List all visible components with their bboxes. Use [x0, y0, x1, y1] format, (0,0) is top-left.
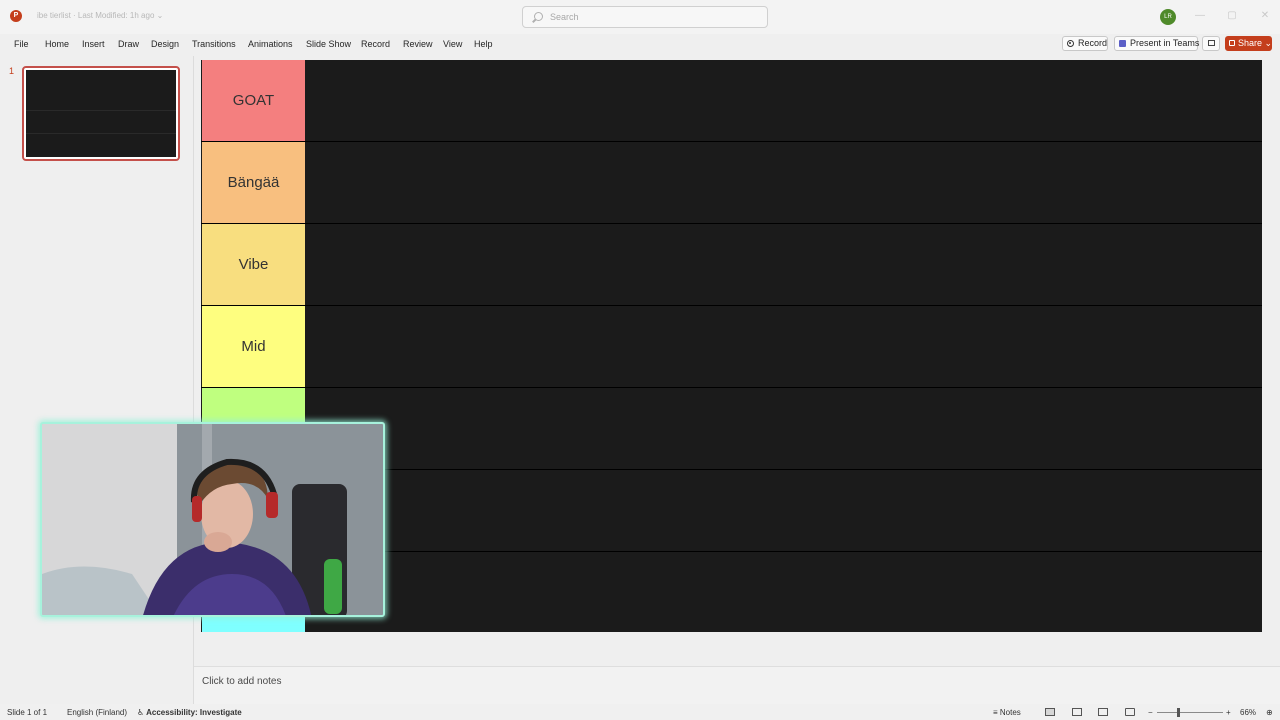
tier-row: Mid	[201, 306, 1262, 388]
present-in-teams-button[interactable]: Present in Teams	[1114, 36, 1200, 51]
minimize-button[interactable]: —	[1193, 9, 1207, 23]
title-bar: P ibe tierlist · Last Modified: 1h ago ⌄…	[0, 0, 1280, 34]
search-icon	[534, 12, 543, 21]
zoom-in-button[interactable]: +	[1226, 708, 1231, 717]
comment-icon	[1208, 40, 1215, 46]
teams-icon	[1119, 40, 1126, 47]
notes-toggle-label: Notes	[999, 708, 1021, 717]
tier-content-area[interactable]	[305, 388, 1261, 469]
normal-view-icon[interactable]	[1045, 708, 1055, 716]
tab-help[interactable]: Help	[474, 39, 493, 49]
share-button[interactable]: Share ⌄	[1225, 36, 1272, 51]
tier-label[interactable]: Bängää	[202, 142, 305, 223]
tab-insert[interactable]: Insert	[82, 39, 105, 49]
tab-record[interactable]: Record	[361, 39, 390, 49]
tab-review[interactable]: Review	[403, 39, 433, 49]
notes-toggle[interactable]: ≡ Notes	[993, 708, 1021, 717]
user-avatar[interactable]: LR	[1160, 9, 1176, 25]
tier-content-area[interactable]	[305, 142, 1261, 223]
language-indicator[interactable]: English (Finland)	[67, 708, 127, 717]
tier-content-area[interactable]	[305, 60, 1261, 141]
webcam-feed-image	[42, 424, 383, 615]
fit-to-window-icon[interactable]: ⊕	[1266, 708, 1273, 717]
document-title[interactable]: ibe tierlist · Last Modified: 1h ago ⌄	[37, 11, 163, 20]
tab-transitions[interactable]: Transitions	[192, 39, 236, 49]
tier-row: GOAT	[201, 60, 1262, 142]
webcam-overlay	[40, 422, 385, 617]
tier-content-area[interactable]	[305, 470, 1261, 551]
thumbnail-row-line	[26, 133, 176, 134]
tab-animations[interactable]: Animations	[248, 39, 293, 49]
zoom-out-button[interactable]: −	[1148, 708, 1153, 717]
comments-button[interactable]	[1202, 36, 1220, 51]
slide-number: 1	[9, 66, 15, 76]
zoom-slider-thumb[interactable]	[1177, 708, 1180, 717]
tab-slide-show[interactable]: Slide Show	[306, 39, 351, 49]
present-in-teams-label: Present in Teams	[1130, 38, 1200, 48]
slide-show-view-icon[interactable]	[1125, 708, 1135, 716]
slide-thumbnail-preview	[26, 70, 176, 157]
record-icon	[1067, 40, 1074, 47]
status-bar: Slide 1 of 1 English (Finland) ♿ Accessi…	[0, 704, 1280, 720]
thumbnail-row-line	[26, 110, 176, 111]
powerpoint-logo-icon: P	[10, 10, 22, 22]
tier-content-area[interactable]	[305, 306, 1261, 387]
accessibility-icon: ♿	[137, 708, 145, 717]
tier-content-area[interactable]	[305, 552, 1261, 632]
accessibility-label: Accessibility: Investigate	[146, 708, 242, 717]
notes-placeholder: Click to add notes	[202, 676, 282, 687]
notes-icon: ≡	[993, 708, 998, 717]
tab-file[interactable]: File	[14, 39, 29, 49]
share-icon	[1229, 40, 1235, 46]
record-button-label: Record	[1078, 38, 1108, 48]
tab-view[interactable]: View	[443, 39, 462, 49]
tier-label[interactable]: Vibe	[202, 224, 305, 305]
share-button-label: Share ⌄	[1238, 38, 1273, 48]
tab-home[interactable]: Home	[45, 39, 69, 49]
reading-view-icon[interactable]	[1098, 708, 1108, 716]
slide-sorter-view-icon[interactable]	[1072, 708, 1082, 716]
record-button[interactable]: Record	[1062, 36, 1108, 51]
zoom-level[interactable]: 66%	[1240, 708, 1256, 717]
restore-button[interactable]: ▢	[1225, 9, 1239, 23]
slide-count: Slide 1 of 1	[7, 708, 48, 717]
zoom-slider[interactable]	[1157, 712, 1223, 713]
tab-design[interactable]: Design	[151, 39, 179, 49]
tier-row: Vibe	[201, 224, 1262, 306]
accessibility-status[interactable]: ♿ Accessibility: Investigate	[137, 708, 242, 717]
search-box[interactable]	[522, 6, 768, 28]
tier-row: Bängää	[201, 142, 1262, 224]
tier-label[interactable]: GOAT	[202, 60, 305, 141]
close-button[interactable]: ✕	[1258, 9, 1272, 23]
notes-pane[interactable]: Click to add notes	[194, 666, 1280, 704]
tier-label[interactable]: Mid	[202, 306, 305, 387]
slide-thumbnail[interactable]	[22, 66, 180, 161]
search-input[interactable]	[550, 10, 750, 24]
tier-content-area[interactable]	[305, 224, 1261, 305]
tab-draw[interactable]: Draw	[118, 39, 139, 49]
